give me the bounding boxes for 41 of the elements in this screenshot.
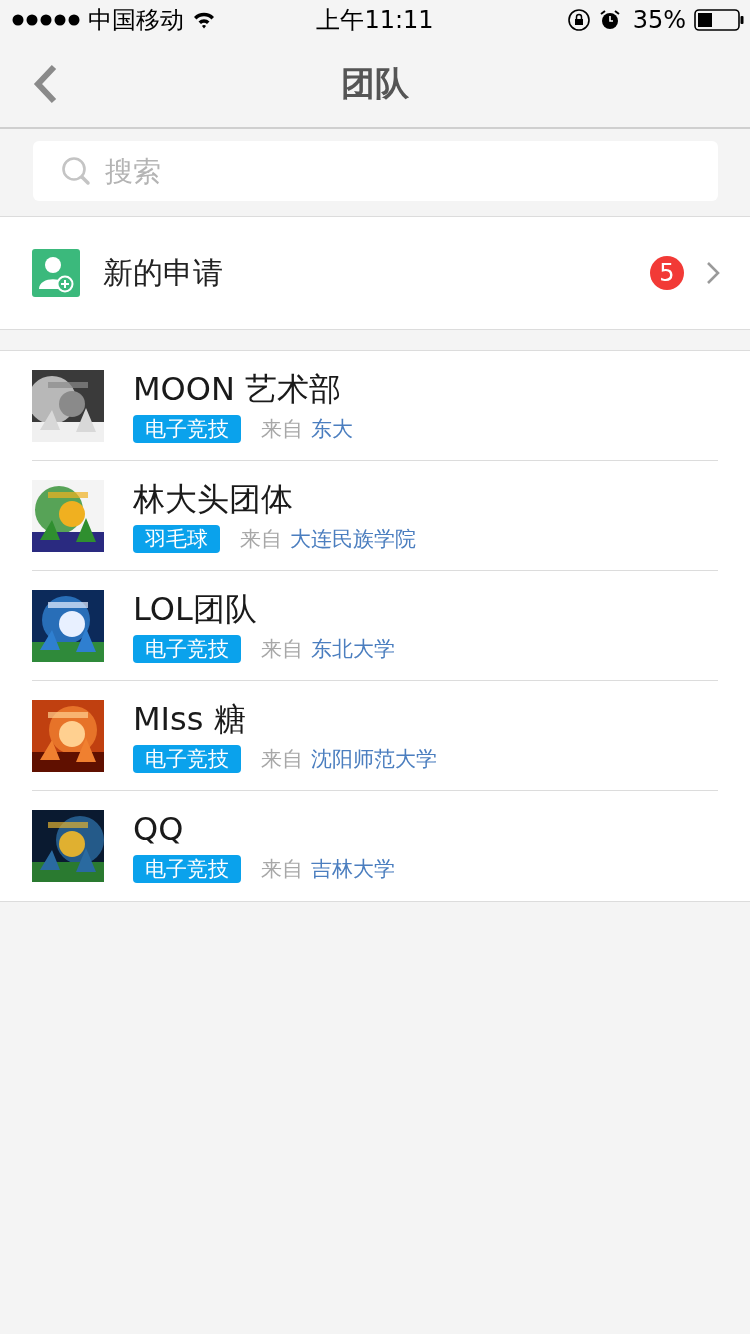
team-list-item[interactable]: MIss 糖 电子竞技 来自 沈阳师范大学 [32, 681, 718, 791]
team-name: QQ [133, 809, 185, 849]
from-label: 来自 [240, 525, 282, 553]
team-list-item[interactable]: QQ 电子竞技 来自 吉林大学 [32, 791, 718, 901]
from-label: 来自 [261, 635, 303, 663]
rotation-lock-icon [566, 8, 591, 32]
category-tag: 电子竞技 [133, 855, 241, 883]
team-list-item[interactable]: 林大头团体 羽毛球 来自 大连民族学院 [32, 461, 718, 571]
team-list-item[interactable]: LOL团队 电子竞技 来自 东北大学 [32, 571, 718, 681]
wifi-icon [192, 11, 216, 29]
school-link[interactable]: 吉林大学 [311, 855, 395, 883]
battery-percent: 35% [632, 6, 686, 34]
from-label: 来自 [261, 745, 303, 773]
from-label: 来自 [261, 415, 303, 443]
team-name: 林大头团体 [133, 478, 294, 519]
category-tag: 电子竞技 [133, 634, 241, 663]
team-name: LOL团队 [133, 588, 258, 629]
category-tag: 电子竞技 [133, 744, 241, 773]
new-request-label: 新的申请 [103, 253, 224, 292]
add-user-icon [32, 249, 80, 297]
school-link[interactable]: 大连民族学院 [290, 524, 416, 553]
page-title: 团队 [341, 61, 409, 105]
school-link[interactable]: 沈阳师范大学 [311, 744, 437, 773]
team-name: MOON 艺术部 [133, 368, 343, 409]
new-request-row[interactable]: 新的申请 5 [0, 217, 750, 330]
category-tag: 羽毛球 [133, 524, 220, 553]
clock-time: 上午11:11 [316, 5, 434, 36]
school-link[interactable]: 东北大学 [311, 634, 395, 663]
team-list-item[interactable]: MOON 艺术部 电子竞技 来自 东大 [32, 351, 718, 461]
category-tag: 电子竞技 [133, 414, 241, 443]
battery-icon [694, 9, 744, 31]
from-label: 来自 [261, 856, 303, 883]
alarm-icon [598, 9, 621, 31]
search-field[interactable]: 搜索 [33, 141, 718, 201]
carrier-name: 中国移动 [88, 5, 184, 36]
chevron-right-icon [706, 261, 720, 285]
school-link[interactable]: 东大 [311, 414, 353, 443]
signal-icon [12, 14, 80, 26]
back-icon[interactable] [32, 64, 58, 104]
count-badge: 5 [650, 256, 684, 290]
team-name: MIss 糖 [133, 698, 247, 739]
